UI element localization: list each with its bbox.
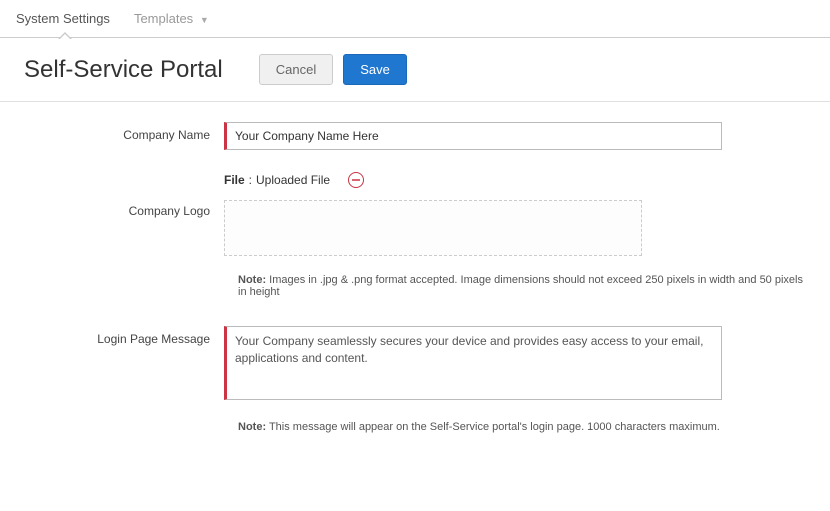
company-name-input[interactable] [224,122,722,150]
login-note-prefix: Note: [238,421,266,433]
chevron-down-icon: ▼ [200,15,209,25]
page-header: Self-Service Portal Cancel Save [0,38,830,102]
tab-bar: System Settings Templates ▼ [0,0,830,38]
cancel-button[interactable]: Cancel [259,54,333,85]
label-company-name: Company Name [24,122,224,142]
file-separator: : [249,173,252,187]
file-label: File [224,173,245,187]
tab-system-settings[interactable]: System Settings [16,11,110,34]
tab-templates[interactable]: Templates ▼ [134,11,209,34]
remove-file-icon[interactable] [348,172,364,188]
logo-note: Note: Images in .jpg & .png format accep… [238,274,806,298]
label-login-message: Login Page Message [24,326,224,346]
page-title: Self-Service Portal [24,56,223,84]
file-line: File : Uploaded File [224,172,806,188]
row-company-logo: Company Logo File : Uploaded File [24,168,806,256]
label-company-logo: Company Logo [24,168,224,218]
logo-note-prefix: Note: [238,274,266,286]
logo-dropzone[interactable] [224,200,642,256]
save-button[interactable]: Save [343,54,407,85]
tab-indicator-inner [59,34,71,40]
login-message-note: Note: This message will appear on the Se… [238,421,806,433]
logo-note-text: Images in .jpg & .png format accepted. I… [238,274,803,298]
file-value: Uploaded File [256,173,330,187]
row-login-message: Login Page Message [24,326,806,403]
form-area: Company Name Company Logo File : Uploade… [0,102,830,433]
row-company-name: Company Name [24,122,806,150]
tab-templates-label: Templates [134,11,193,26]
login-message-input[interactable] [224,326,722,400]
login-note-text: This message will appear on the Self-Ser… [266,421,720,433]
